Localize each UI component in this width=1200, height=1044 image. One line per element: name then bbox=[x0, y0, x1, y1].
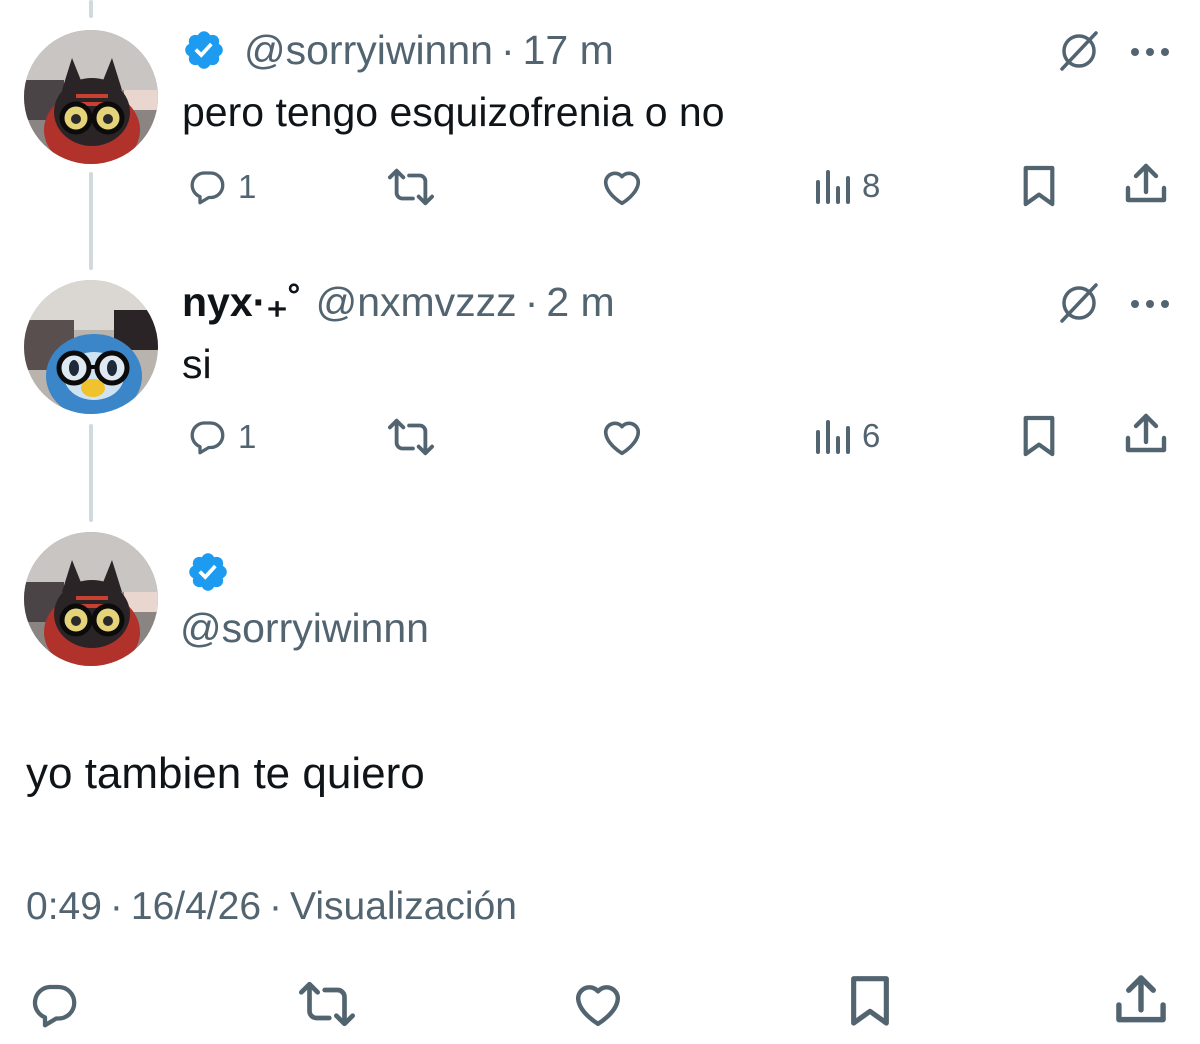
separator-dot: · bbox=[500, 27, 515, 73]
reply-icon bbox=[186, 416, 228, 458]
litten-plush-avatar-icon bbox=[24, 532, 158, 666]
more-options-icon[interactable] bbox=[1130, 45, 1170, 63]
tweet-meta: 0:49 · 16/4/26 · Visualización bbox=[26, 884, 517, 930]
user-handle[interactable]: @sorryiwinnn bbox=[244, 26, 493, 74]
tweet-text: si bbox=[182, 341, 212, 387]
share-button[interactable] bbox=[1114, 970, 1168, 1030]
separator-dot: · bbox=[524, 279, 539, 325]
separator-dot: · bbox=[109, 885, 123, 928]
views-button[interactable]: 6 bbox=[812, 416, 880, 456]
share-icon bbox=[1124, 160, 1168, 208]
timestamp[interactable]: 2 m bbox=[546, 278, 614, 326]
repost-icon bbox=[386, 164, 436, 210]
user-handle[interactable]: @nxmvzzz bbox=[316, 278, 517, 326]
views-button[interactable]: 8 bbox=[812, 166, 880, 206]
share-button[interactable] bbox=[1124, 160, 1168, 208]
repost-icon bbox=[296, 976, 358, 1032]
timestamp[interactable]: 17 m bbox=[523, 26, 614, 74]
like-button[interactable] bbox=[598, 164, 646, 210]
tweet-text: pero tengo esquizofrenia o no bbox=[182, 89, 725, 135]
bookmark-button[interactable] bbox=[846, 974, 894, 1030]
avatar[interactable] bbox=[24, 30, 158, 164]
repost-button[interactable] bbox=[386, 164, 436, 210]
views-icon bbox=[812, 166, 852, 206]
tweet-header: nyx·₊˚ @nxmvzzz · 2 m bbox=[182, 278, 615, 326]
tweet-time[interactable]: 0:49 bbox=[26, 885, 102, 928]
repost-button[interactable] bbox=[296, 976, 358, 1032]
view-count: 8 bbox=[862, 167, 881, 204]
repost-button[interactable] bbox=[386, 414, 436, 460]
heart-icon bbox=[598, 414, 646, 460]
share-button[interactable] bbox=[1124, 410, 1168, 458]
views-icon bbox=[812, 416, 852, 456]
avatar[interactable] bbox=[24, 280, 158, 414]
piplup-plush-avatar-icon bbox=[24, 280, 158, 414]
reply-count: 1 bbox=[238, 168, 257, 205]
reply-count: 1 bbox=[238, 418, 257, 455]
reply-icon bbox=[26, 978, 82, 1032]
view-count: 6 bbox=[862, 417, 881, 454]
verified-badge-icon bbox=[182, 28, 226, 72]
thread-line bbox=[89, 424, 93, 522]
user-handle[interactable]: @sorryiwinnn bbox=[180, 604, 429, 652]
thread-line bbox=[89, 172, 93, 270]
reply-button[interactable]: 1 bbox=[186, 416, 256, 458]
views-label[interactable]: Visualización bbox=[290, 885, 517, 928]
bookmark-icon bbox=[1020, 414, 1058, 460]
tweet-date[interactable]: 16/4/26 bbox=[131, 885, 261, 928]
tweet-header: @sorryiwinnn · 17 m bbox=[182, 26, 614, 74]
litten-plush-avatar-icon bbox=[24, 30, 158, 164]
bookmark-button[interactable] bbox=[1020, 414, 1058, 460]
more-options-icon[interactable] bbox=[1130, 297, 1170, 315]
grok-icon[interactable] bbox=[1056, 280, 1102, 331]
reply-button[interactable]: 1 bbox=[186, 166, 256, 208]
heart-icon bbox=[568, 976, 628, 1032]
share-icon bbox=[1124, 410, 1168, 458]
reply-icon bbox=[186, 166, 228, 208]
heart-icon bbox=[598, 164, 646, 210]
verified-badge-icon bbox=[186, 550, 230, 594]
display-name[interactable]: nyx·₊˚ bbox=[182, 278, 302, 326]
tweet-text: yo tambien te quiero bbox=[26, 749, 425, 798]
share-icon bbox=[1114, 970, 1168, 1030]
bookmark-icon bbox=[1020, 164, 1058, 210]
bookmark-button[interactable] bbox=[1020, 164, 1058, 210]
like-button[interactable] bbox=[598, 414, 646, 460]
reply-button[interactable] bbox=[26, 978, 82, 1032]
repost-icon bbox=[386, 414, 436, 460]
thread-line bbox=[89, 0, 93, 18]
grok-icon[interactable] bbox=[1056, 28, 1102, 79]
like-button[interactable] bbox=[568, 976, 628, 1032]
bookmark-icon bbox=[846, 974, 894, 1030]
avatar[interactable] bbox=[24, 532, 158, 666]
separator-dot: · bbox=[269, 885, 283, 928]
